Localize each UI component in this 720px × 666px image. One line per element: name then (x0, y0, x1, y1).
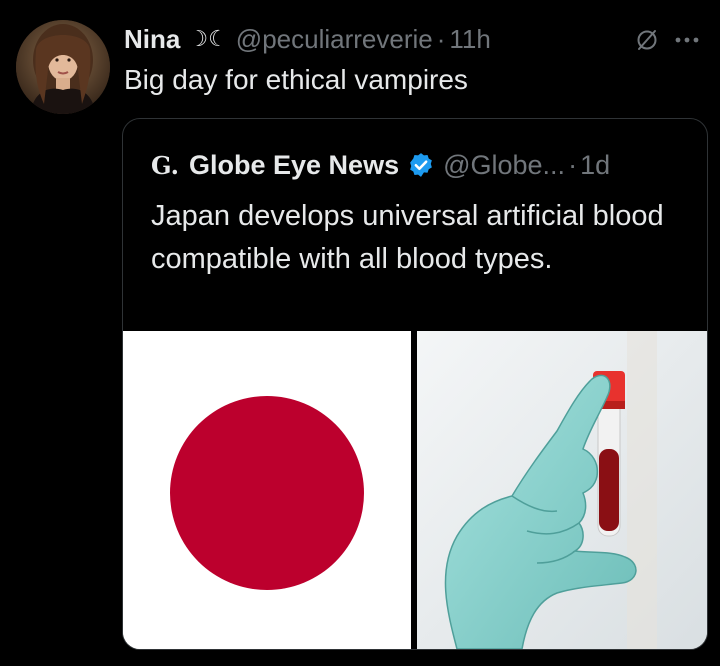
japan-flag-image-icon (123, 331, 411, 649)
author-display-name[interactable]: Nina (124, 24, 180, 55)
quoted-author-handle[interactable]: @Globe... (443, 150, 565, 181)
author-handle[interactable]: @peculiarreverie (236, 24, 433, 55)
quoted-author-display-name[interactable]: Globe Eye News (189, 150, 399, 181)
author-name-emoji: ☽☾ (188, 26, 228, 51)
quoted-tweet-header: G. Globe Eye News @Globe... · 1d (151, 147, 610, 183)
quoted-tweet-timestamp[interactable]: 1d (580, 150, 610, 181)
separator-dot: · (436, 23, 446, 54)
quoted-separator-dot: · (568, 149, 578, 180)
quoted-tweet-text: Japan develops universal artificial bloo… (151, 200, 664, 275)
media-image-blood-vial[interactable] (417, 331, 707, 649)
tweet-text: Big day for ethical vampires (124, 64, 468, 95)
quoted-author-logo: G. (151, 150, 179, 180)
media-image-japan-flag[interactable] (123, 331, 411, 649)
gloved-hand-blood-vial-image-icon (417, 331, 707, 649)
quoted-tweet-media (123, 331, 707, 649)
quoted-tweet-card[interactable]: G. Globe Eye News @Globe... · 1d Japan d… (122, 118, 708, 650)
more-horizontal-icon[interactable] (672, 28, 702, 52)
user-avatar-photo-icon (16, 20, 110, 114)
tweet-timestamp[interactable]: 11h (449, 24, 490, 55)
verified-badge-icon (410, 153, 432, 177)
tweet-header: Nina ☽☾ @peculiarreverie · 11h (124, 20, 491, 58)
avatar[interactable] (16, 20, 110, 114)
grok-slash-circle-icon[interactable] (635, 28, 659, 52)
